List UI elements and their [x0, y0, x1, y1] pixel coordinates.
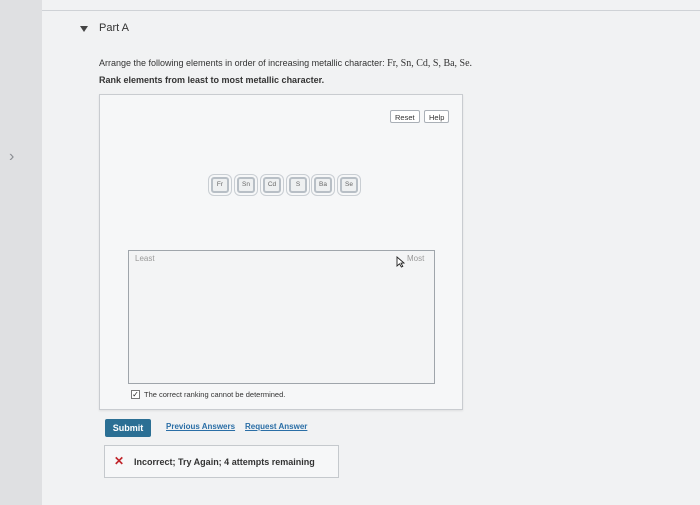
- request-answer-link[interactable]: Request Answer: [245, 422, 307, 431]
- help-button[interactable]: Help: [424, 110, 450, 123]
- least-label: Least: [135, 254, 155, 263]
- element-tile-ba[interactable]: Ba: [314, 177, 332, 193]
- reset-button[interactable]: Reset: [390, 110, 420, 123]
- left-strip: [0, 0, 42, 505]
- chevron-right-icon[interactable]: ›: [9, 148, 14, 166]
- instruction-text: Rank elements from least to most metalli…: [99, 75, 325, 85]
- collapse-triangle-icon[interactable]: [80, 26, 88, 32]
- previous-answers-link[interactable]: Previous Answers: [166, 422, 235, 431]
- feedback-text: Incorrect; Try Again; 4 attempts remaini…: [134, 457, 315, 467]
- element-tile-fr[interactable]: Fr: [211, 177, 229, 193]
- element-tile-se[interactable]: Se: [340, 177, 358, 193]
- element-tile-sn[interactable]: Sn: [237, 177, 255, 193]
- element-tile-s[interactable]: S: [289, 177, 307, 193]
- mouse-cursor-icon: [396, 255, 406, 273]
- question-text: Arrange the following elements in order …: [99, 58, 472, 69]
- question-prompt: Arrange the following elements in order …: [99, 58, 385, 68]
- question-elements: Fr, Sn, Cd, S, Ba, Se.: [387, 58, 473, 69]
- incorrect-x-icon: ✕: [114, 454, 125, 468]
- cannot-determine-label: The correct ranking cannot be determined…: [144, 390, 286, 399]
- submit-button[interactable]: Submit: [105, 419, 151, 437]
- part-title: Part A: [99, 22, 129, 34]
- most-label: Most: [407, 254, 425, 263]
- cannot-determine-checkbox[interactable]: ✓: [131, 390, 140, 399]
- element-tile-cd[interactable]: Cd: [263, 177, 281, 193]
- ranking-drop-zone[interactable]: [128, 250, 435, 384]
- divider: [42, 10, 700, 11]
